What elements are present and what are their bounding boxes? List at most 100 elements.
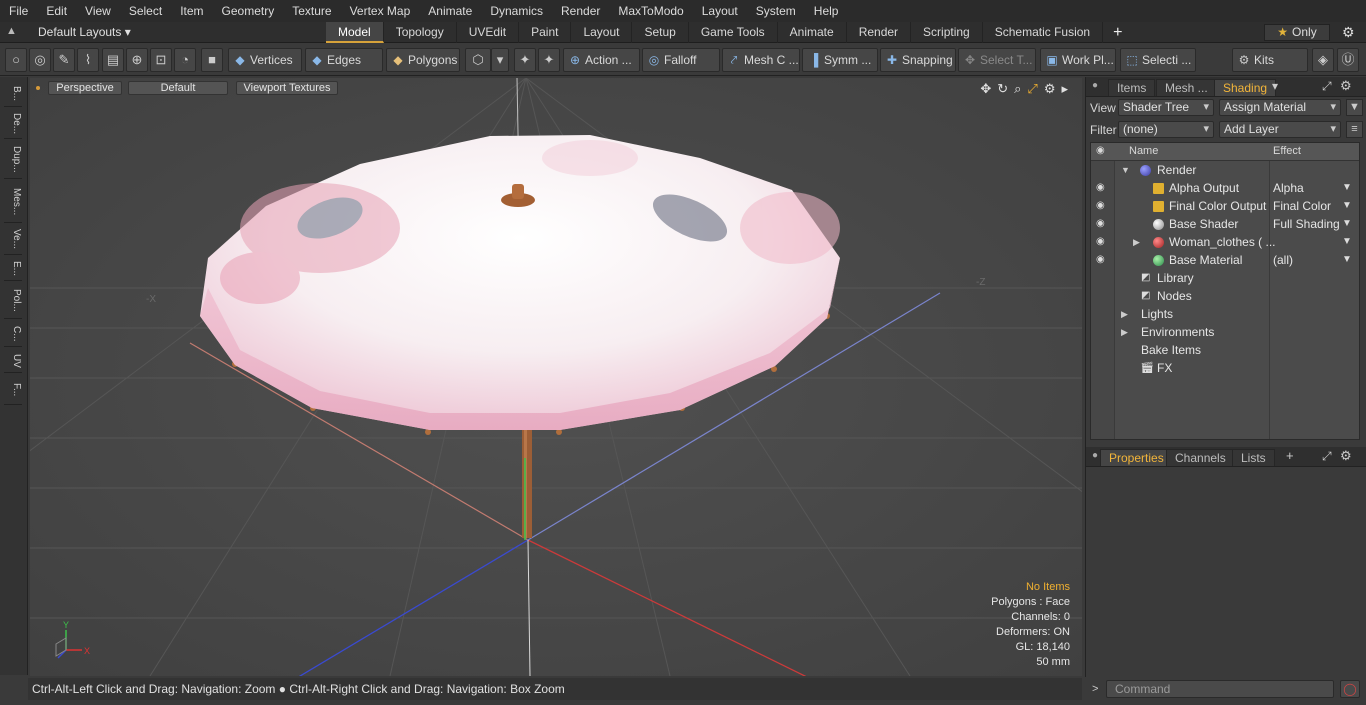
eye-icon[interactable]: ◉ (1096, 179, 1105, 197)
alpha-output-effect[interactable]: Alpha (1273, 179, 1304, 197)
expand-lights-icon[interactable]: ▶ (1121, 305, 1128, 323)
center-icon[interactable]: ⊕ (126, 48, 148, 72)
tree-row-fx[interactable]: 🎬︎ FX (1091, 359, 1359, 377)
base-material-effect[interactable]: (all) (1273, 251, 1293, 269)
expand-icon[interactable]: ⤢ (1322, 449, 1332, 464)
menu-render[interactable]: Render (552, 0, 609, 22)
eye-icon[interactable]: ◉ (1096, 215, 1105, 233)
menu-view[interactable]: View (76, 0, 120, 22)
properties-gear-icon[interactable]: ⚙ (1340, 448, 1352, 464)
perspective-button[interactable]: Perspective (48, 81, 122, 95)
polygons-button[interactable]: ◆ Polygons (386, 48, 460, 72)
tab-uvedit[interactable]: UVEdit (457, 22, 520, 43)
element-icon[interactable]: ▤ (102, 48, 124, 72)
command-input[interactable]: Command (1106, 680, 1334, 698)
left-tab-fusion[interactable]: F... (4, 375, 22, 405)
menu-file[interactable]: File (0, 0, 37, 22)
view-dropdown[interactable]: Shader Tree (1118, 99, 1214, 116)
add-layer-dropdown[interactable]: Add Layer (1219, 121, 1341, 138)
menu-animate[interactable]: Animate (419, 0, 481, 22)
menu-item[interactable]: Item (171, 0, 212, 22)
tree-row-base-material[interactable]: ◉ Base Material (all) ▼ (1091, 251, 1359, 269)
properties-menu-dot[interactable]: ● (1092, 450, 1098, 461)
tree-row-lights[interactable]: ▶ Lights (1091, 305, 1359, 323)
tree-row-woman-clothes[interactable]: ◉ ▶ Woman_clothes ( ... ▼ (1091, 233, 1359, 251)
tree-row-nodes[interactable]: ◩ Nodes (1091, 287, 1359, 305)
tab-topology[interactable]: Topology (384, 22, 457, 43)
tab-items[interactable]: Items (1108, 79, 1156, 96)
play-icon[interactable]: ▸ (1061, 81, 1068, 96)
menu-maxtomodo[interactable]: MaxToModo (609, 0, 692, 22)
tab-layout[interactable]: Layout (571, 22, 633, 43)
menu-edit[interactable]: Edit (37, 0, 76, 22)
left-tab-vertex[interactable]: Ve... (4, 225, 22, 255)
tree-row-library[interactable]: ◩ Library (1091, 269, 1359, 287)
filter-icon[interactable]: ▼ (1346, 99, 1363, 116)
collapse-icon[interactable]: ▲ (6, 25, 22, 40)
lasso-icon[interactable]: ✎ (53, 48, 75, 72)
only-button[interactable]: ★ Only (1264, 24, 1330, 41)
zoom-view-icon[interactable]: ⌕ (1014, 81, 1021, 96)
chevron-down-icon[interactable]: ▼ (1342, 215, 1352, 233)
base-shader-effect[interactable]: Full Shading (1273, 215, 1340, 233)
symmetry-b-icon[interactable]: ✦ (538, 48, 560, 72)
add-tab-icon[interactable]: + (1286, 448, 1294, 463)
tab-shading[interactable]: Shading (1214, 79, 1277, 96)
add-tab-icon[interactable]: + (1103, 22, 1132, 43)
viewport-gear-icon[interactable]: ⚙ (1044, 81, 1056, 96)
symmetry-a-icon[interactable]: ✦ (514, 48, 536, 72)
fit-view-icon[interactable]: ⤢ (1027, 81, 1037, 96)
expand-render-icon[interactable]: ▼ (1121, 161, 1130, 179)
left-tab-basic[interactable]: B... (4, 81, 22, 107)
expand-icon[interactable]: ⤢ (1322, 79, 1332, 94)
shading-default-button[interactable]: Default (128, 81, 228, 95)
rotate-view-icon[interactable]: ↻ (997, 81, 1008, 96)
globe-icon[interactable]: ◎ (29, 48, 51, 72)
tab-channels[interactable]: Channels (1166, 449, 1235, 466)
menu-select[interactable]: Select (120, 0, 171, 22)
left-tab-curve[interactable]: C... (4, 321, 22, 347)
eye-icon[interactable]: ◉ (1096, 197, 1105, 215)
tree-row-environments[interactable]: ▶ Environments (1091, 323, 1359, 341)
tab-game-tools[interactable]: Game Tools (689, 22, 778, 43)
move-view-icon[interactable]: ✥ (980, 81, 991, 96)
viewport-textures-button[interactable]: Viewport Textures (236, 81, 338, 95)
menu-vertex-map[interactable]: Vertex Map (341, 0, 420, 22)
item-mode-icon[interactable]: ■ (201, 48, 223, 72)
tree-row-render[interactable]: ▼ Render (1091, 161, 1359, 179)
tab-properties[interactable]: Properties (1100, 449, 1173, 466)
tree-row-alpha-output[interactable]: ◉ Alpha Output Alpha ▼ (1091, 179, 1359, 197)
tab-lists[interactable]: Lists (1232, 449, 1275, 466)
viewport-menu-dot[interactable] (36, 86, 40, 90)
record-icon[interactable]: ◯ (1340, 680, 1360, 698)
tab-animate[interactable]: Animate (778, 22, 847, 43)
list-options-icon[interactable]: ≡ (1346, 121, 1363, 138)
gear-icon[interactable]: ⚙ (1342, 24, 1355, 41)
chevron-down-icon[interactable]: ▼ (1342, 233, 1352, 251)
kits-button[interactable]: ⚙ Kits (1232, 48, 1308, 72)
tab-render[interactable]: Render (847, 22, 912, 43)
menu-system[interactable]: System (747, 0, 805, 22)
tab-mesh[interactable]: Mesh ... (1156, 79, 1217, 96)
filter-dropdown[interactable]: (none) (1118, 121, 1214, 138)
tree-row-bake-items[interactable]: Bake Items (1091, 341, 1359, 359)
vertices-button[interactable]: ◆ Vertices (228, 48, 302, 72)
unity-icon[interactable]: ◈ (1312, 48, 1334, 72)
material-icon[interactable]: ◔ (174, 48, 196, 72)
chevron-down-icon[interactable]: ▼ (1342, 197, 1352, 215)
left-tab-deform[interactable]: De... (4, 109, 22, 139)
select-through-button[interactable]: ✥ Select T... (958, 48, 1036, 72)
panel-gear-icon[interactable]: ⚙ (1340, 78, 1352, 94)
material-mode-icon[interactable]: ⬡ (465, 48, 491, 72)
pivot-icon[interactable]: ⊡ (150, 48, 172, 72)
action-center-button[interactable]: ⊕ Action ... (563, 48, 640, 72)
paint-select-icon[interactable]: ⌇ (77, 48, 99, 72)
tab-paint[interactable]: Paint (519, 22, 572, 43)
default-layouts-dropdown[interactable]: Default Layouts ▾ (38, 24, 131, 41)
chevron-down-icon[interactable]: ▼ (1342, 251, 1352, 269)
3d-viewport[interactable]: -X -Z Perspective Default Viewport Textu… (30, 78, 1082, 676)
menu-geometry[interactable]: Geometry (213, 0, 284, 22)
left-tab-duplicate[interactable]: Dup... (4, 141, 22, 179)
left-tab-uv[interactable]: UV (4, 349, 22, 373)
mesh-constraints-button[interactable]: ⤤ Mesh C ... (722, 48, 800, 72)
